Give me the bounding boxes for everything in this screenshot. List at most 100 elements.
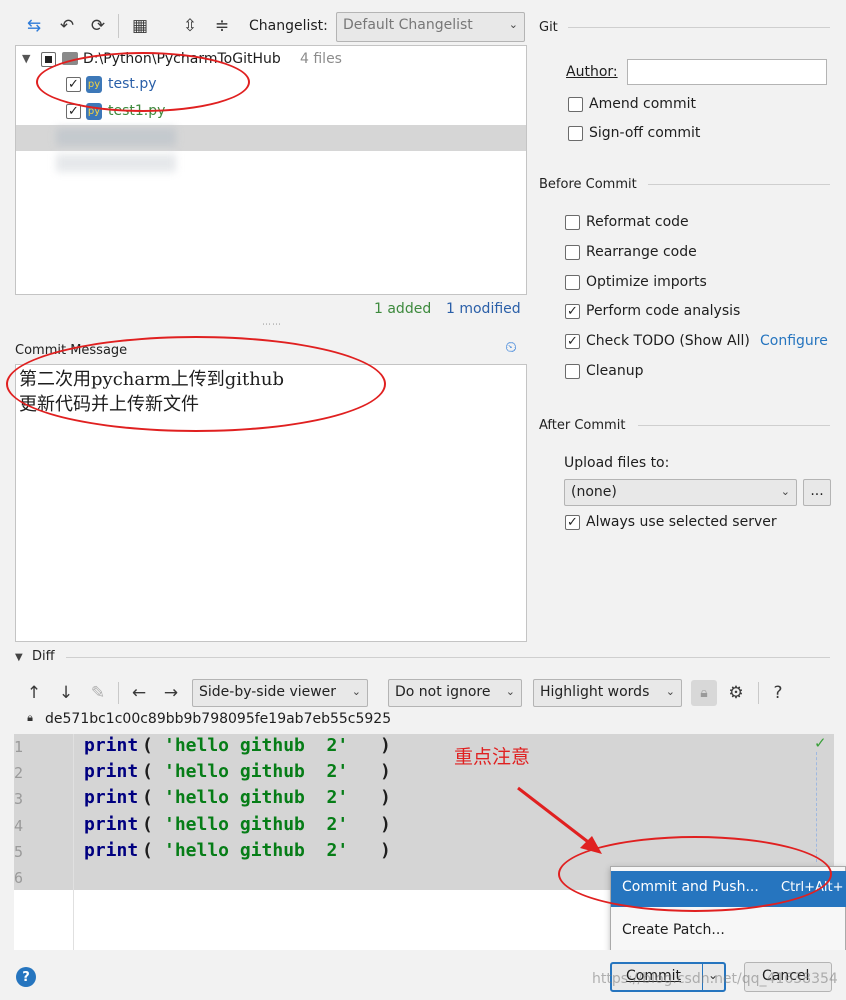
annotation-text: 重点注意: [454, 746, 531, 768]
upload-server-select[interactable]: (none) ⌄: [564, 479, 797, 506]
line-number: 3: [14, 790, 24, 808]
code-keyword: print: [84, 814, 139, 835]
chevron-down-icon: ⌄: [351, 685, 361, 698]
code-analysis-checkbox[interactable]: ✓: [565, 304, 580, 319]
cleanup-label: Cleanup: [586, 363, 644, 379]
amend-label: Amend commit: [589, 96, 696, 112]
changes-tree: ▼ D:\Python\PycharmToGitHub 4 files ✓ py…: [15, 45, 527, 295]
optimize-imports-checkbox[interactable]: [565, 275, 580, 290]
commit-message-line: 第二次用pycharm上传到github: [19, 369, 284, 390]
line-number: 5: [14, 843, 24, 861]
commit-message-line: 更新代码并上传新文件: [19, 394, 199, 415]
ignore-value: Do not ignore: [395, 684, 491, 700]
browse-button[interactable]: ...: [803, 479, 831, 506]
folder-icon: [62, 52, 78, 65]
menu-item-label: Create Patch...: [622, 922, 725, 938]
check-icon: ✓: [814, 734, 827, 752]
added-count: 1 added: [374, 301, 432, 317]
git-section-title: Git: [539, 20, 558, 35]
author-input[interactable]: [627, 59, 827, 85]
ignore-select[interactable]: Do not ignore ⌄: [388, 679, 522, 707]
code-analysis-label: Perform code analysis: [586, 303, 741, 319]
cleanup-checkbox[interactable]: [565, 364, 580, 379]
gear-icon[interactable]: ⚙: [724, 681, 748, 705]
upload-label: Upload files to:: [564, 455, 670, 471]
code-keyword: print: [84, 840, 139, 861]
blurred-row: [56, 154, 176, 172]
section-divider: [648, 184, 830, 185]
rearrange-checkbox[interactable]: [565, 245, 580, 260]
diff-title: Diff: [32, 649, 55, 664]
lock-icon[interactable]: 🔒︎: [691, 680, 717, 706]
changelist-label: Changelist:: [249, 18, 328, 34]
highlight-select[interactable]: Highlight words ⌄: [533, 679, 682, 707]
splitter-handle[interactable]: ⋯⋯: [262, 320, 282, 330]
tree-expand-icon[interactable]: ▼: [22, 52, 30, 65]
reformat-label: Reformat code: [586, 214, 689, 230]
modified-count: 1 modified: [446, 301, 521, 317]
upload-server-value: (none): [571, 484, 617, 500]
arrow-down-icon[interactable]: ↓: [54, 681, 78, 705]
reformat-checkbox[interactable]: [565, 215, 580, 230]
after-commit-title: After Commit: [539, 418, 626, 433]
root-file-count: 4 files: [300, 51, 342, 67]
configure-link[interactable]: Configure: [760, 333, 828, 349]
amend-checkbox[interactable]: [568, 97, 583, 112]
commit-message-input[interactable]: 第二次用pycharm上传到github 更新代码并上传新文件: [15, 364, 527, 642]
before-commit-title: Before Commit: [539, 177, 637, 192]
scroll-marker: [816, 752, 832, 862]
blurred-row: [56, 128, 176, 146]
file-checkbox[interactable]: ✓: [66, 104, 81, 119]
toolbar-separator: [758, 682, 759, 704]
code-string: 'hello github 2': [164, 735, 349, 756]
check-todo-checkbox[interactable]: ✓: [565, 334, 580, 349]
chevron-down-icon: ⌄: [780, 485, 790, 498]
file-name-added: test1.py: [108, 103, 166, 119]
rollback-icon[interactable]: ↶: [55, 14, 79, 38]
menu-item-create-patch[interactable]: Create Patch...: [611, 917, 846, 947]
line-number: 2: [14, 764, 24, 782]
code-keyword: print: [84, 787, 139, 808]
collapse-all-icon[interactable]: ≑: [210, 14, 234, 38]
diff-collapse-icon[interactable]: ▼: [15, 652, 23, 663]
check-todo-label: Check TODO (Show All): [586, 333, 750, 349]
menu-item-commit-and-push[interactable]: Commit and Push... Ctrl+Alt+: [611, 871, 846, 907]
optimize-imports-label: Optimize imports: [586, 274, 707, 290]
always-use-server-label: Always use selected server: [586, 514, 777, 530]
signoff-label: Sign-off commit: [589, 125, 701, 141]
refresh-icon[interactable]: ⟳: [86, 14, 110, 38]
line-number: 1: [14, 738, 24, 756]
highlight-value: Highlight words: [540, 684, 650, 700]
arrow-left-icon[interactable]: ←: [127, 681, 151, 705]
python-file-icon: py: [86, 76, 102, 93]
section-divider: [568, 27, 830, 28]
code-string: 'hello github 2': [164, 814, 349, 835]
compare-arrows-icon[interactable]: ⇆: [22, 14, 46, 38]
help-icon[interactable]: ?: [766, 681, 790, 705]
history-icon[interactable]: ⏲: [501, 337, 521, 357]
chevron-down-icon: ⌄: [665, 685, 675, 698]
watermark-text: https://blog.csdn.net/qq_41638354: [592, 971, 838, 987]
changelist-select[interactable]: Default Changelist ⌄: [336, 12, 525, 42]
help-circle-icon[interactable]: ?: [16, 967, 36, 987]
arrow-up-icon[interactable]: ↑: [22, 681, 46, 705]
code-keyword: print: [84, 761, 139, 782]
always-use-server-checkbox[interactable]: ✓: [565, 515, 580, 530]
lock-small-icon: 🔒︎: [27, 711, 33, 724]
revision-hash: de571bc1c00c89bb9b798095fe19ab7eb55c5925: [45, 711, 392, 727]
code-string: 'hello github 2': [164, 787, 349, 808]
file-checkbox[interactable]: ✓: [66, 77, 81, 92]
code-string: 'hello github 2': [164, 840, 349, 861]
arrow-right-icon[interactable]: →: [159, 681, 183, 705]
viewer-select[interactable]: Side-by-side viewer ⌄: [192, 679, 368, 707]
commit-message-title: Commit Message: [15, 343, 128, 358]
edit-icon[interactable]: ✎: [86, 681, 110, 705]
chevron-down-icon: ⌄: [508, 18, 518, 31]
signoff-checkbox[interactable]: [568, 126, 583, 141]
root-checkbox[interactable]: [41, 52, 56, 67]
chevron-down-icon: ⌄: [505, 685, 515, 698]
expand-all-icon[interactable]: ⇳: [178, 14, 202, 38]
code-string: 'hello github 2': [164, 761, 349, 782]
group-by-icon[interactable]: ▦: [128, 14, 152, 38]
code-keyword: print: [84, 735, 139, 756]
